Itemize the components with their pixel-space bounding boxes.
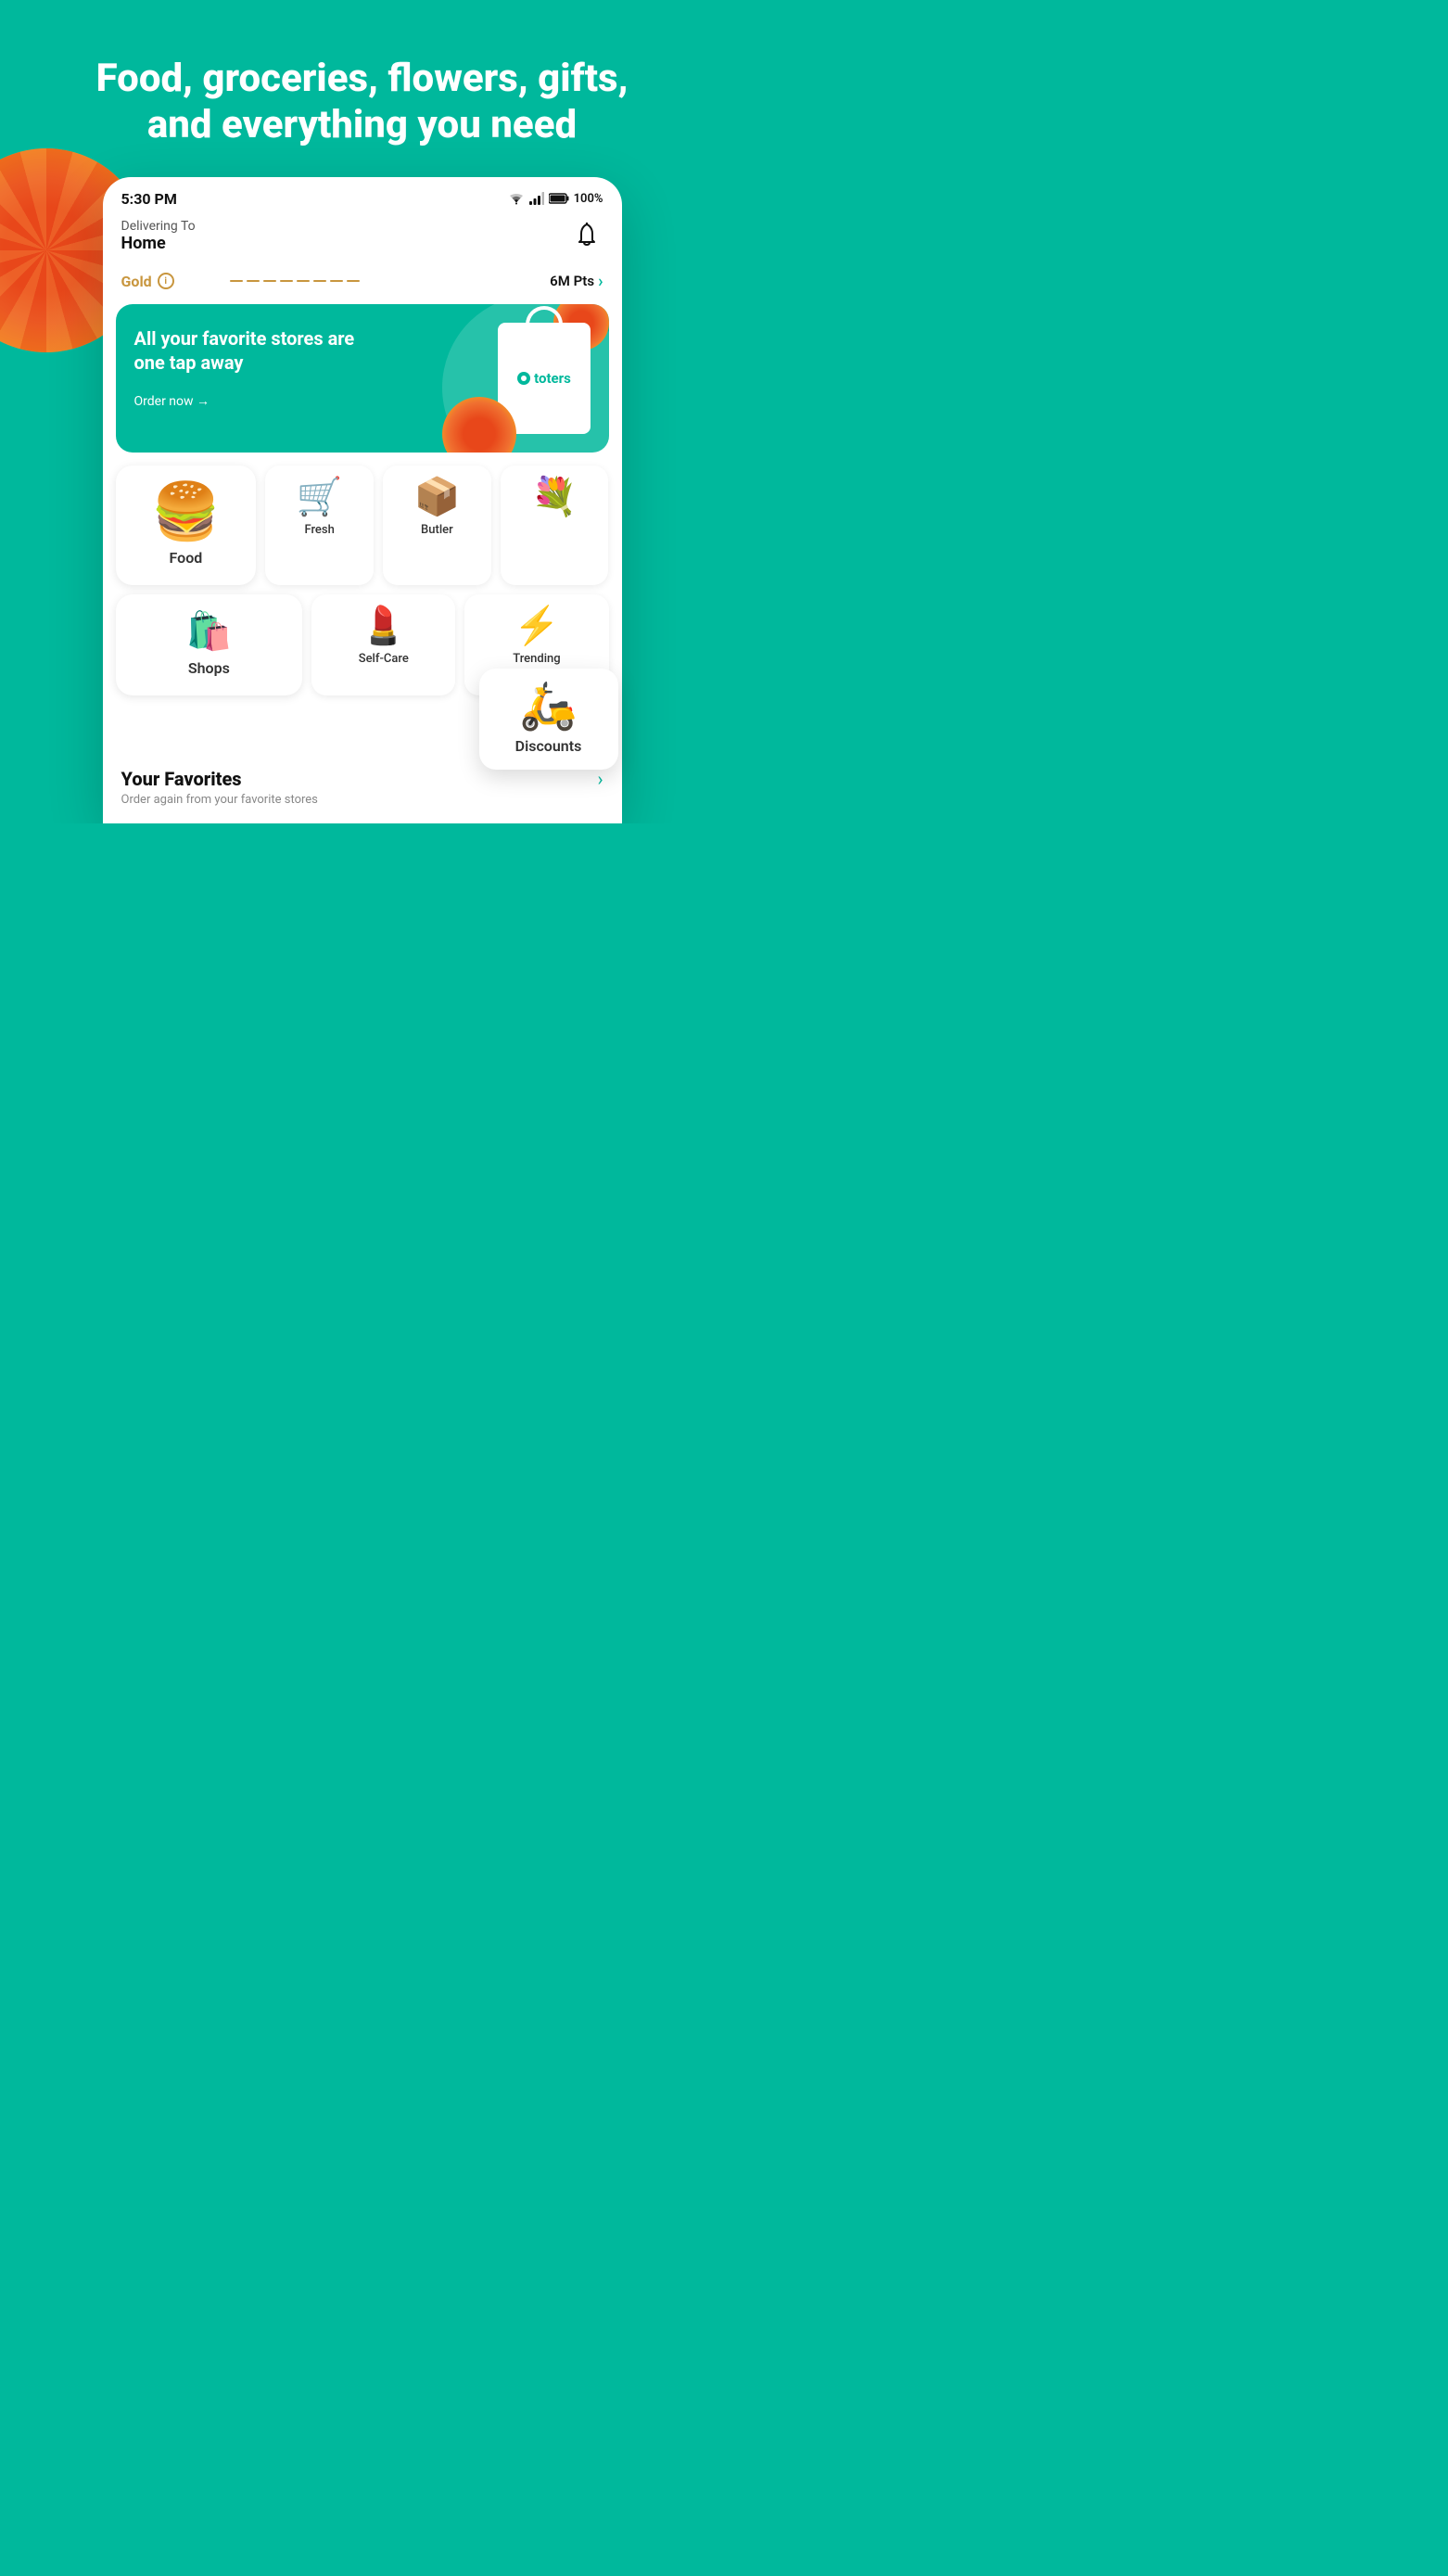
gold-left: Gold i [121,273,360,290]
category-shops[interactable]: 🛍️ Shops [116,594,303,695]
bell-icon [575,223,599,249]
status-time: 5:30 PM [121,190,177,208]
toters-logo-icon [516,371,531,386]
gold-label: Gold i [121,273,174,290]
banner-text: All your favorite stores are one tap awa… [134,326,386,375]
discounts-icon: 🛵 [519,683,577,730]
fresh-label: Fresh [304,523,334,537]
phone-screen: 5:30 PM [103,177,622,823]
gold-dash-6 [313,280,326,282]
shops-label: Shops [188,659,230,677]
gold-dash-4 [280,280,293,282]
fresh-icon: 🛒 [297,478,343,516]
category-food[interactable]: 🍔 Food [116,465,257,585]
bag-logo: toters [516,370,571,387]
category-flowers[interactable]: 💐 [501,465,609,585]
status-icons: 100% [508,192,603,206]
trending-label: Trending [513,652,560,666]
gold-info-icon[interactable]: i [158,273,174,289]
butler-label: Butler [421,523,453,537]
favorites-subtitle: Order again from your favorite stores [121,793,318,807]
category-fresh[interactable]: 🛒 Fresh [265,465,374,585]
category-row-1: 🍔 Food 🛒 Fresh 📦 Butler 💐 [116,465,609,585]
phone-mockup: 5:30 PM [103,177,622,823]
wifi-icon [508,192,525,205]
favorites-info: Your Favorites Order again from your fav… [121,768,318,807]
gold-dash-7 [330,280,343,282]
gold-dash-1 [230,280,243,282]
gold-dash-3 [263,280,276,282]
category-self-care[interactable]: 💄 Self-Care [311,594,455,695]
gold-text: Gold [121,273,152,290]
gold-points[interactable]: 6M Pts › [550,272,603,291]
gold-bar[interactable]: Gold i [103,264,622,304]
hero-title: Food, groceries, flowers, gifts, and eve… [0,0,724,177]
trending-icon: ⚡ [514,607,560,644]
notification-button[interactable] [570,219,603,252]
status-bar: 5:30 PM [103,177,622,215]
food-label: Food [170,549,203,567]
favorites-title: Your Favorites [121,768,318,790]
favorites-header: Your Favorites Order again from your fav… [121,768,603,807]
category-discounts[interactable]: 🛵 Discounts [479,669,618,770]
location-label: Home [121,234,196,253]
category-butler[interactable]: 📦 Butler [383,465,491,585]
battery-percent: 100% [574,192,603,206]
flowers-icon: 💐 [531,478,578,516]
banner[interactable]: All your favorite stores are one tap awa… [116,304,609,453]
gold-dash-8 [347,280,360,282]
delivery-info: Delivering To Home [121,219,196,253]
self-care-icon: 💄 [361,607,407,644]
hero-section: Food, groceries, flowers, gifts, and eve… [0,0,724,823]
signal-icon [529,192,544,205]
delivering-to-label: Delivering To [121,219,196,234]
battery-icon [549,193,569,204]
favorites-chevron-icon[interactable]: › [597,768,603,790]
discounts-label: Discounts [515,737,582,755]
gold-progress [230,280,360,282]
butler-icon: 📦 [413,478,460,516]
food-icon: 🍔 [151,484,221,540]
self-care-label: Self-Care [359,652,409,666]
gold-dash-2 [247,280,260,282]
shops-icon: 🛍️ [185,613,232,650]
header: Delivering To Home [103,215,622,264]
gold-dash-5 [297,280,310,282]
categories-grid: 🍔 Food 🛒 Fresh 📦 Butler 💐 [116,465,609,742]
